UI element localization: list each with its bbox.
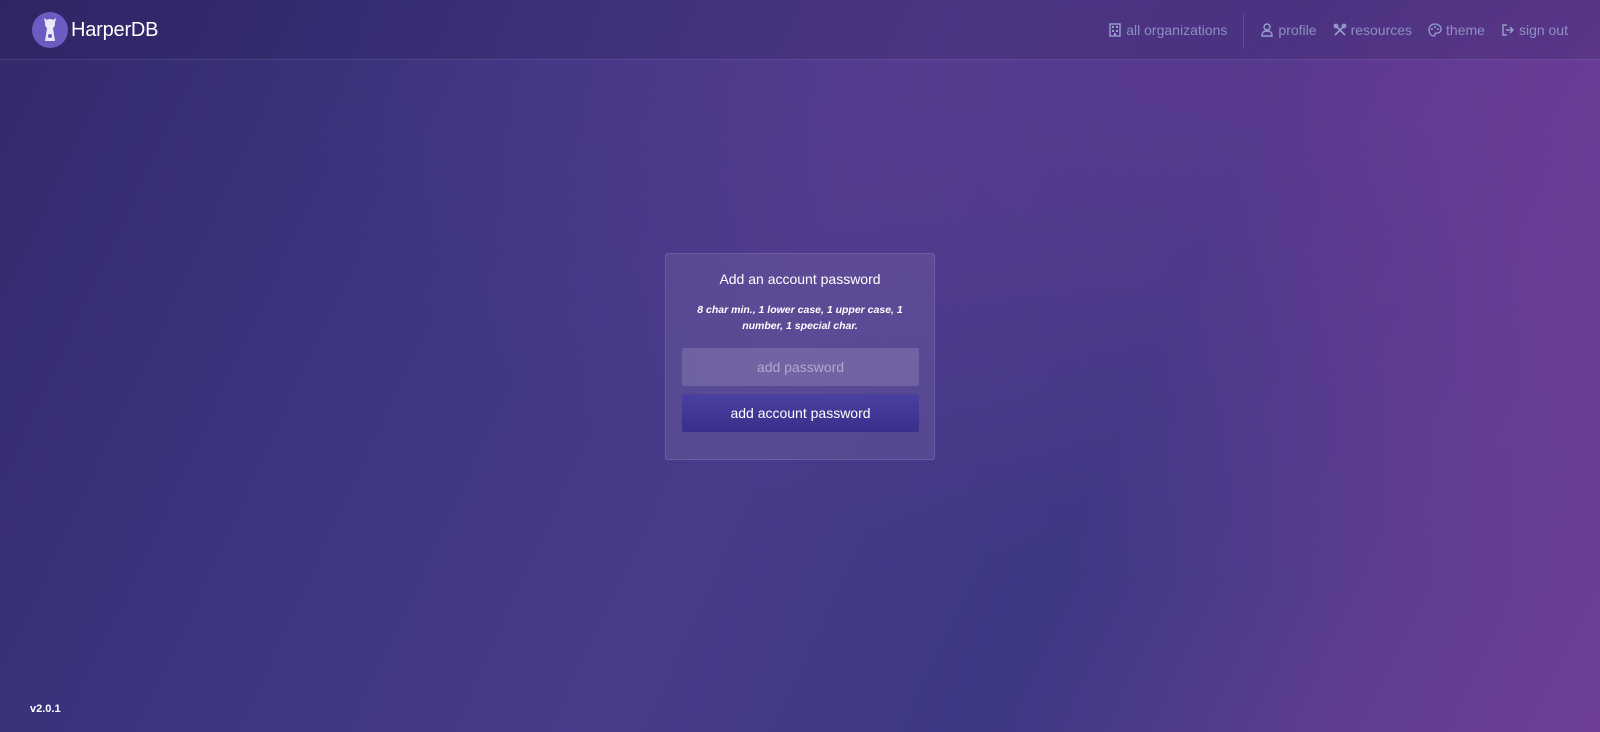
nav-all-organizations-label: all organizations [1126, 22, 1228, 38]
password-requirements: 8 char min., 1 lower case, 1 upper case,… [697, 304, 903, 332]
nav-all-organizations[interactable]: all organizations [1108, 22, 1227, 38]
card-title: Add an account password [719, 271, 881, 287]
nav-resources[interactable]: resources [1333, 22, 1412, 38]
nav-profile[interactable]: profile [1260, 22, 1317, 38]
nav-divider [1243, 13, 1245, 47]
nav-resources-label: resources [1350, 22, 1413, 38]
nav-theme-label: theme [1446, 22, 1485, 38]
nav-profile-label: profile [1278, 22, 1317, 38]
add-password-card: Add an account password 8 char min., 1 l… [665, 253, 935, 460]
palette-icon [1428, 23, 1442, 37]
app-version: v2.0.1 [30, 703, 61, 715]
building-icon [1108, 23, 1122, 37]
nav-theme[interactable]: theme [1428, 22, 1485, 38]
nav-sign-out-label: sign out [1518, 22, 1568, 38]
brand-name: HarperDB [71, 18, 159, 41]
user-icon [1260, 23, 1274, 37]
harperdb-logo-icon [32, 12, 68, 48]
tools-icon [1333, 23, 1347, 37]
nav-sign-out[interactable]: sign out [1501, 22, 1568, 38]
main-nav: all organizations profile resources them… [1108, 0, 1568, 60]
sign-out-icon [1501, 23, 1515, 37]
top-bar: HarperDB all organizations profile resou… [0, 0, 1600, 60]
add-account-password-button[interactable]: add account password [682, 394, 919, 432]
password-input[interactable] [682, 348, 919, 386]
brand-link[interactable]: HarperDB [32, 12, 159, 48]
